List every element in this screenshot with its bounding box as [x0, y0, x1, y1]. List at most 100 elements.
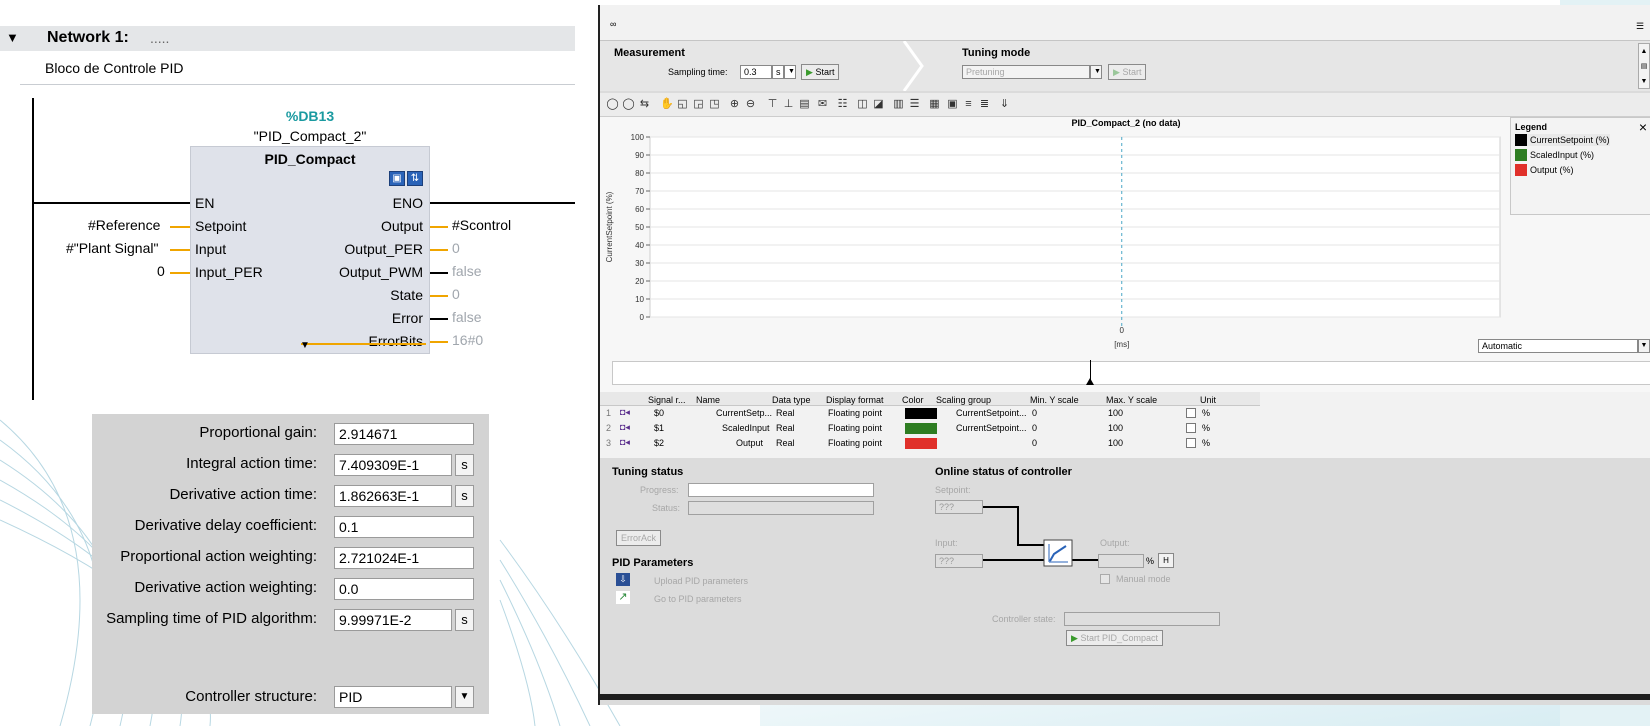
download-icon[interactable]: ⇓ — [998, 98, 1011, 111]
col-display-format[interactable]: Display format — [826, 395, 884, 405]
table-row[interactable]: 2 ◘◂ $1 ScaledInput Real Floating point … — [600, 421, 1260, 436]
cursor-icon[interactable]: ⊤ — [766, 98, 779, 111]
checkbox[interactable] — [1186, 408, 1196, 418]
curve-icon[interactable]: ◪ — [872, 98, 885, 111]
tuning-mode-select[interactable]: Pretuning — [962, 65, 1090, 79]
align-right-icon[interactable]: ≣ — [978, 98, 991, 111]
col-scaling-group[interactable]: Scaling group — [936, 395, 991, 405]
manual-mode-checkbox[interactable] — [1100, 574, 1110, 584]
commissioning-icon[interactable]: ▣ — [389, 171, 405, 186]
layout-icon[interactable]: ☰ — [1636, 21, 1644, 32]
legend-item-output[interactable]: Output (%) — [1515, 164, 1574, 176]
close-icon[interactable]: × — [1639, 119, 1647, 135]
play-icon[interactable]: ◯ — [622, 98, 635, 111]
sampling-time-field[interactable]: 9.99971E-2 — [334, 609, 452, 631]
col-name[interactable]: Name — [696, 395, 720, 405]
collapse-arrow-icon[interactable]: ▼ — [6, 30, 19, 45]
output-per-value[interactable]: 0 — [452, 240, 460, 256]
pid-compact-block[interactable]: PID_Compact ▣ ⇅ EN ENO Setpoint Input In… — [190, 146, 430, 354]
errorbits-value[interactable]: 16#0 — [452, 332, 483, 348]
network-comment[interactable]: Bloco de Controle PID — [45, 60, 184, 76]
rows-icon[interactable]: ☰ — [908, 98, 921, 111]
output-value[interactable] — [1098, 554, 1144, 568]
table-row[interactable]: 3 ◘◂ $2 Output Real Floating point 0 100… — [600, 436, 1260, 451]
col-unit[interactable]: Unit — [1200, 395, 1216, 405]
goto-icon[interactable]: ↗ — [616, 591, 630, 604]
overview-cursor-handle[interactable] — [1086, 378, 1094, 385]
scale-mode-select[interactable]: Automatic — [1478, 339, 1638, 353]
zoom-out-icon[interactable]: ⊖ — [744, 98, 757, 111]
chart-icon[interactable]: ◫ — [856, 98, 869, 111]
trend-chart[interactable]: 0 10 20 30 40 50 60 70 80 90 100 0 [ms] CurrentSetpoi… — [600, 131, 1510, 361]
y-tick-label: 60 — [635, 205, 644, 214]
proportional-weighting-field[interactable]: 2.721024E-1 — [334, 547, 474, 569]
zoom-x-icon[interactable]: ◲ — [692, 98, 705, 111]
checkbox[interactable] — [1186, 423, 1196, 433]
derivative-delay-field[interactable]: 0.1 — [334, 516, 474, 538]
col-min-y[interactable]: Min. Y scale — [1030, 395, 1079, 405]
time-overview-bar[interactable] — [612, 360, 1650, 385]
table-row[interactable]: 1 ◘◂ $0 CurrentSetp... Real Floating poi… — [600, 406, 1260, 421]
zoom-in-icon[interactable]: ⊕ — [728, 98, 741, 111]
monitor-icon[interactable]: ∞ — [610, 19, 616, 29]
tuning-start-button[interactable]: ▶ Start — [1108, 64, 1147, 80]
zoom-area-icon[interactable]: ◱ — [676, 98, 689, 111]
first-icon[interactable]: ◯ — [606, 98, 619, 111]
goto-parameters-link[interactable]: Go to PID parameters — [654, 594, 742, 604]
chevron-down-icon[interactable]: ▼ — [455, 686, 474, 708]
align-left-icon[interactable]: ≡ — [962, 98, 975, 111]
checkbox[interactable] — [1186, 438, 1196, 448]
chevron-down-icon[interactable]: ▼ — [1638, 339, 1650, 353]
chevron-down-icon[interactable]: ▼ — [784, 65, 796, 79]
instance-name[interactable]: "PID_Compact_2" — [254, 128, 367, 144]
col-color[interactable]: Color — [902, 395, 924, 405]
upload-parameters-link[interactable]: Upload PID parameters — [654, 576, 748, 586]
controller-structure-select[interactable]: PID — [334, 686, 452, 708]
signal-color-swatch[interactable] — [905, 423, 937, 434]
configuration-icon[interactable]: ⇅ — [407, 171, 423, 186]
setpoint-operand[interactable]: #Reference — [88, 217, 160, 233]
db-address[interactable]: %DB13 — [190, 108, 430, 124]
expand-pins-icon[interactable]: ▼ — [300, 340, 310, 351]
columns-icon[interactable]: ▥ — [892, 98, 905, 111]
signal-color-swatch[interactable] — [905, 438, 937, 449]
col-signal-ref[interactable]: Signal r... — [648, 395, 686, 405]
scroll-arrows[interactable]: ▲ ▤ ▼ — [1638, 43, 1650, 89]
chevron-down-icon[interactable]: ▼ — [1090, 65, 1102, 79]
legend-item-scaledinput[interactable]: ScaledInput (%) — [1515, 149, 1594, 161]
col-data-type[interactable]: Data type — [772, 395, 811, 405]
measurement-sampling-unit[interactable]: s — [772, 65, 784, 79]
derivative-weighting-field[interactable]: 0.0 — [334, 578, 474, 600]
network-header[interactable]: ▼ Network 1: ..... — [0, 26, 575, 51]
table-icon[interactable]: ▦ — [928, 98, 941, 111]
state-value[interactable]: 0 — [452, 286, 460, 302]
manual-value-icon[interactable]: H — [1158, 553, 1174, 568]
signal-color-swatch[interactable] — [905, 408, 937, 419]
hand-icon[interactable]: ✋ — [660, 98, 674, 111]
measurement-sampling-input[interactable]: 0.3 — [740, 65, 772, 79]
upload-icon[interactable]: ⇩ — [616, 573, 630, 586]
measurement-start-button[interactable]: ▶ Start — [801, 64, 840, 80]
network-title-placeholder[interactable]: ..... — [150, 30, 169, 46]
erroack-button[interactable]: ErrorAck — [616, 530, 662, 546]
envelope-icon[interactable]: ✉ — [816, 98, 829, 111]
integral-time-field[interactable]: 7.409309E-1 — [334, 454, 452, 476]
input-per-operand[interactable]: 0 — [157, 263, 165, 279]
reset-icon[interactable]: ⇆ — [638, 98, 651, 111]
zoom-y-icon[interactable]: ◳ — [708, 98, 721, 111]
signal-type: Real — [776, 438, 795, 448]
start-pid-compact-button[interactable]: ▶ Start PID_Compact — [1066, 630, 1163, 646]
legend-icon[interactable]: ▣ — [946, 98, 959, 111]
grid-icon[interactable]: ▤ — [798, 98, 811, 111]
input-operand[interactable]: #"Plant Signal" — [66, 240, 158, 256]
output-pwm-value[interactable]: false — [452, 263, 482, 279]
proportional-gain-field[interactable]: 2.914671 — [334, 423, 474, 445]
derivative-time-field[interactable]: 1.862663E-1 — [334, 485, 452, 507]
legend-item-currentsetpoint[interactable]: CurrentSetpoint (%) — [1515, 134, 1610, 146]
output-operand[interactable]: #Scontrol — [452, 217, 511, 233]
col-max-y[interactable]: Max. Y scale — [1106, 395, 1157, 405]
error-value[interactable]: false — [452, 309, 482, 325]
signal-icon: ◘◂ — [620, 422, 630, 432]
list-icon[interactable]: ☷ — [836, 98, 849, 111]
measure-icon[interactable]: ⊥ — [782, 98, 795, 111]
